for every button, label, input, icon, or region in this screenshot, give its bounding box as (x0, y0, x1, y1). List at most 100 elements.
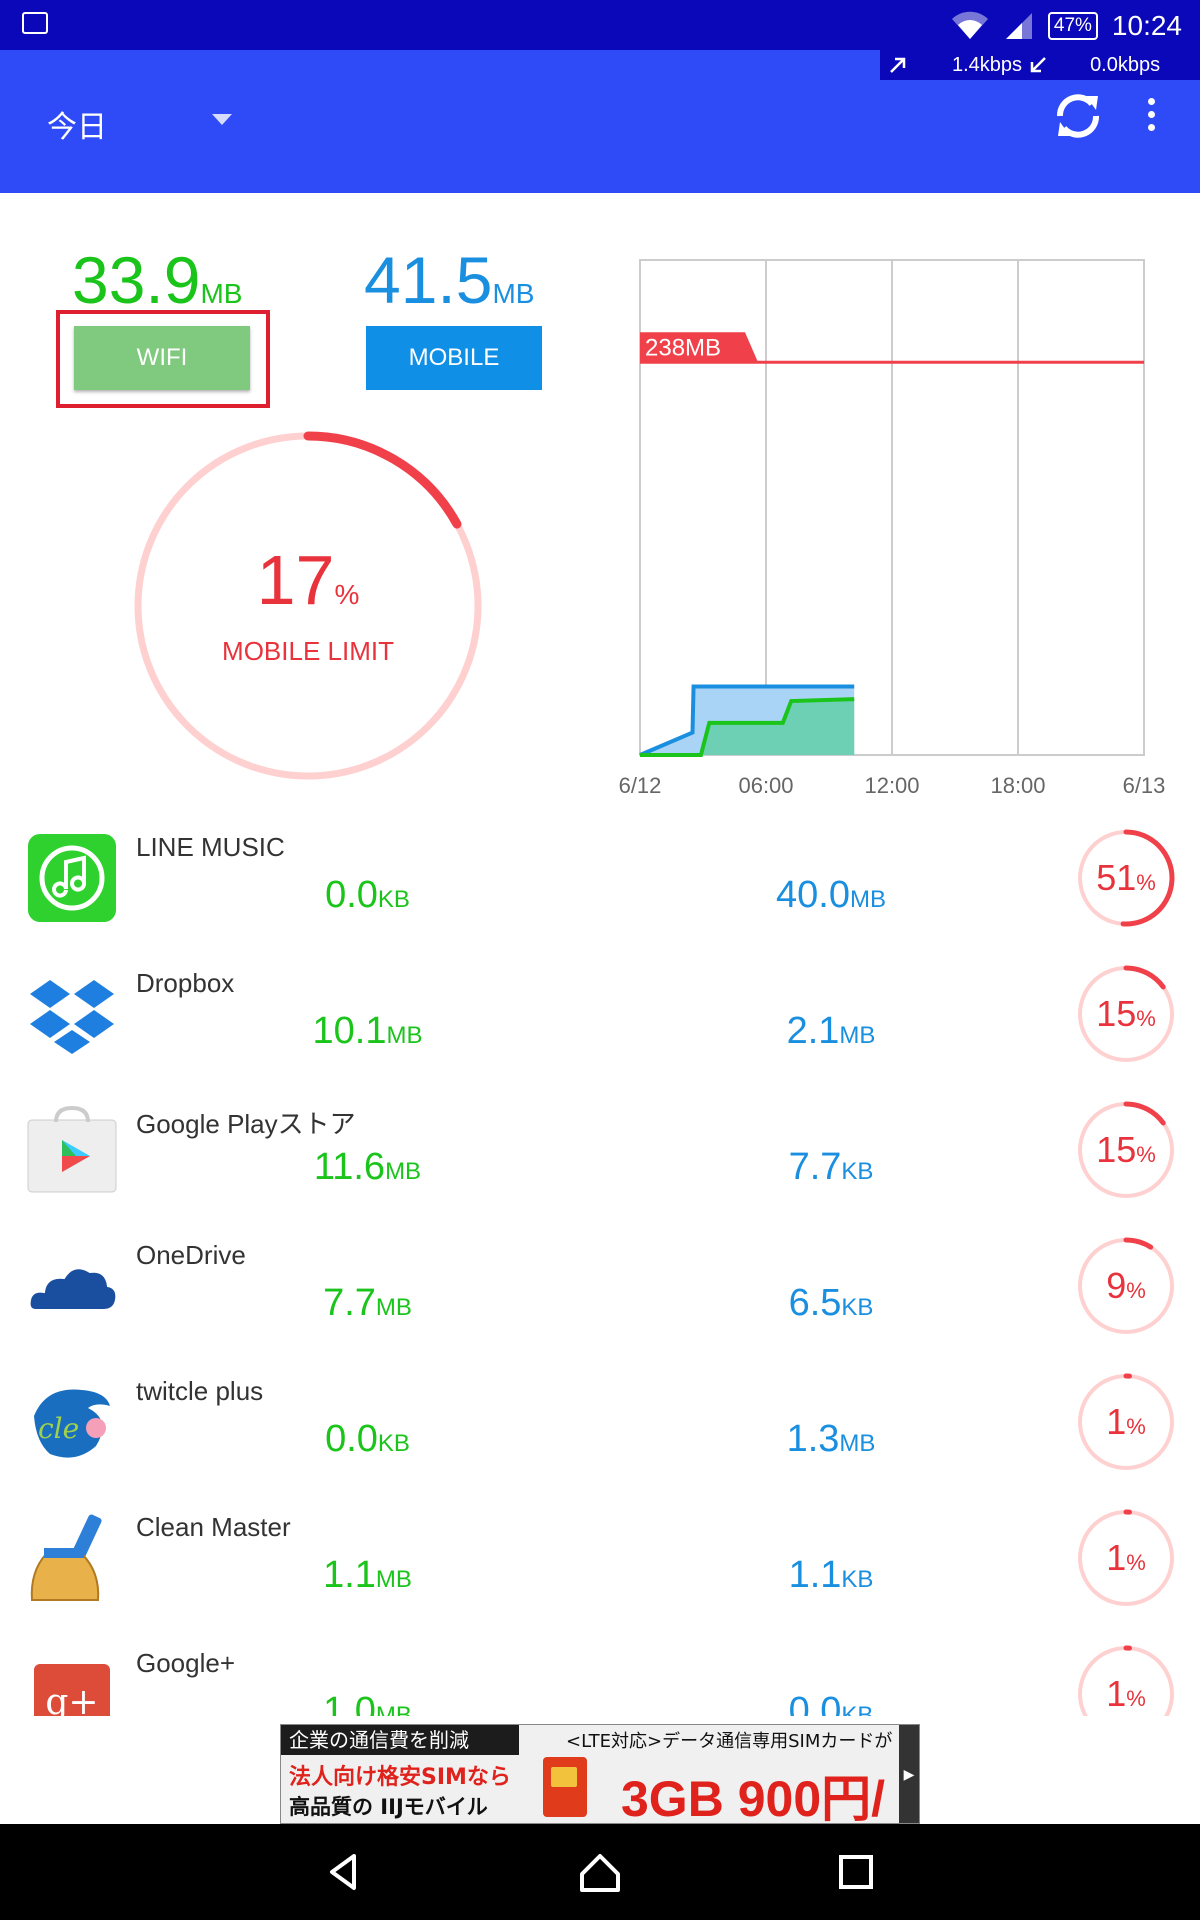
navigation-bar (0, 1824, 1200, 1920)
ad-brand: 高品質の IIJモバイル (289, 1795, 488, 1819)
app-mobile-unit: KB (841, 1566, 874, 1593)
app-mobile-usage: 6.5KB (718, 1282, 944, 1325)
app-mobile-unit: KB (841, 1702, 874, 1716)
app-mobile-value: 6.5 (788, 1282, 842, 1324)
download-arrow-icon (1030, 57, 1046, 73)
app-percent: 9% (1076, 1236, 1176, 1336)
ad-offer: 法人向け格安SIMなら (289, 1765, 511, 1790)
app-mobile-usage: 1.3MB (718, 1418, 944, 1461)
app-percent-unit: % (1136, 1006, 1156, 1031)
app-row[interactable]: Clean Master 1.1MB 1.1KB 1% (0, 1500, 1200, 1636)
app-mobile-value: 2.1 (786, 1010, 840, 1052)
app-usage-list[interactable]: LINE MUSIC 0.0KB 40.0MB 51% Dropbox 10.1MB 2.1… (0, 820, 1200, 1716)
app-percent-value: 15 (1096, 993, 1137, 1034)
wifi-total-value: 33.9 (72, 243, 201, 317)
ad-banner[interactable]: 企業の通信費を削減 <LTE対応>データ通信専用SIMカードが 法人向け格安SI… (280, 1724, 920, 1824)
x-tick-label: 6/12 (619, 773, 662, 798)
app-wifi-value: 10.1 (312, 1010, 387, 1052)
app-percent: 1% (1076, 1644, 1176, 1716)
ad-headline: 企業の通信費を削減 (281, 1725, 519, 1755)
app-mobile-usage: 40.0MB (718, 874, 944, 917)
wifi-total-unit: MB (200, 278, 243, 309)
svg-text:g+: g+ (45, 1682, 98, 1716)
dropbox-icon (30, 980, 114, 1054)
app-percent-unit: % (1126, 1686, 1146, 1711)
x-tick-label: 6/13 (1123, 773, 1166, 798)
app-percent-value: 9 (1106, 1265, 1127, 1306)
download-speed: 0.0kbps (1090, 53, 1161, 76)
ad-subheadline: <LTE対応>データ通信専用SIMカードが (566, 1731, 893, 1752)
app-percent: 1% (1076, 1508, 1176, 1608)
limit-label: 238MB (645, 334, 721, 361)
app-percent-value: 1 (1106, 1673, 1127, 1714)
app-mobile-usage: 7.7KB (718, 1146, 944, 1189)
app-name: Google Playストア (136, 1109, 356, 1139)
app-percent-value: 1 (1106, 1537, 1127, 1578)
clock: 10:24 (1111, 10, 1182, 41)
app-mobile-value: 7.7 (788, 1146, 842, 1188)
app-mobile-unit: KB (841, 1158, 874, 1185)
mobile-total-value: 41.5 (364, 243, 493, 317)
app-percent-value: 15 (1096, 1129, 1137, 1170)
app-mobile-unit: KB (841, 1294, 874, 1321)
recents-icon[interactable] (832, 1848, 880, 1896)
app-mobile-value: 1.1 (788, 1554, 842, 1596)
app-wifi-value: 1.1 (323, 1554, 376, 1596)
app-name: Dropbox (136, 968, 235, 998)
back-icon[interactable] (320, 1848, 368, 1896)
battery-indicator: 47% (1047, 12, 1098, 40)
chevron-down-icon[interactable] (212, 114, 232, 125)
app-percent-unit: % (1126, 1550, 1146, 1575)
svg-text:cle: cle (38, 1412, 79, 1445)
app-wifi-usage: 0.0KB (250, 874, 485, 917)
app-wifi-usage: 0.0KB (250, 1418, 485, 1461)
period-selector[interactable]: 今日 (47, 102, 107, 146)
app-row[interactable]: Google Playストア 11.6MB 7.7KB 15% (0, 1092, 1200, 1228)
app-percent-unit: % (1126, 1414, 1146, 1439)
mobile-limit-label: MOBILE LIMIT (222, 636, 394, 666)
ad-choices-icon[interactable]: ▶ (899, 1725, 919, 1823)
selection-highlight (56, 310, 270, 408)
usage-chart: 238MB 6/12 06:00 12:00 18:00 6/13 (619, 259, 1166, 798)
app-wifi-usage: 11.6MB (250, 1146, 485, 1189)
sim-card-icon (543, 1757, 587, 1817)
app-row[interactable]: LINE MUSIC 0.0KB 40.0MB 51% (0, 820, 1200, 956)
wifi-icon (951, 11, 988, 40)
app-name: OneDrive (136, 1240, 246, 1270)
app-percent: 51% (1076, 828, 1176, 928)
app-wifi-unit: MB (385, 1158, 422, 1185)
app-percent-value: 51 (1096, 857, 1137, 898)
app-row[interactable]: Dropbox 10.1MB 2.1MB 15% (0, 956, 1200, 1092)
app-wifi-usage: 1.0MB (250, 1690, 485, 1716)
mobile-limit-percent: 17% (130, 540, 486, 620)
app-name: Clean Master (136, 1512, 291, 1542)
app-wifi-unit: KB (377, 886, 410, 913)
app-row[interactable]: cle twitcle plus 0.0KB 1.3MB 1% (0, 1364, 1200, 1500)
app-wifi-unit: KB (377, 1430, 410, 1457)
app-wifi-value: 11.6 (313, 1146, 386, 1188)
app-wifi-usage: 1.1MB (250, 1554, 485, 1597)
app-percent-unit: % (1126, 1278, 1146, 1303)
google-play-icon (27, 1105, 117, 1193)
home-icon[interactable] (576, 1848, 624, 1896)
app-row[interactable]: OneDrive 7.7MB 6.5KB 9% (0, 1228, 1200, 1364)
app-wifi-unit: MB (375, 1566, 412, 1593)
refresh-icon[interactable] (1052, 90, 1104, 142)
mobile-button[interactable]: MOBILE (366, 326, 542, 390)
more-vert-icon[interactable] (1145, 98, 1157, 138)
app-name: LINE MUSIC (136, 832, 285, 862)
app-wifi-value: 1.0 (323, 1690, 376, 1716)
mobile-total-unit: MB (492, 278, 535, 309)
app-wifi-value: 0.0 (325, 874, 378, 916)
x-tick-label: 06:00 (738, 773, 793, 798)
mobile-limit-value: 17 (256, 541, 335, 619)
app-name: twitcle plus (136, 1376, 264, 1406)
app-mobile-value: 1.3 (786, 1418, 840, 1460)
x-tick-label: 18:00 (990, 773, 1045, 798)
app-percent: 15% (1076, 1100, 1176, 1200)
app-percent: 1% (1076, 1372, 1176, 1472)
app-wifi-unit: MB (375, 1702, 412, 1716)
image-notification-icon (22, 12, 48, 34)
app-wifi-unit: MB (375, 1294, 412, 1321)
app-row[interactable]: g+ Google+ 1.0MB 0.0KB 1% (0, 1636, 1200, 1716)
